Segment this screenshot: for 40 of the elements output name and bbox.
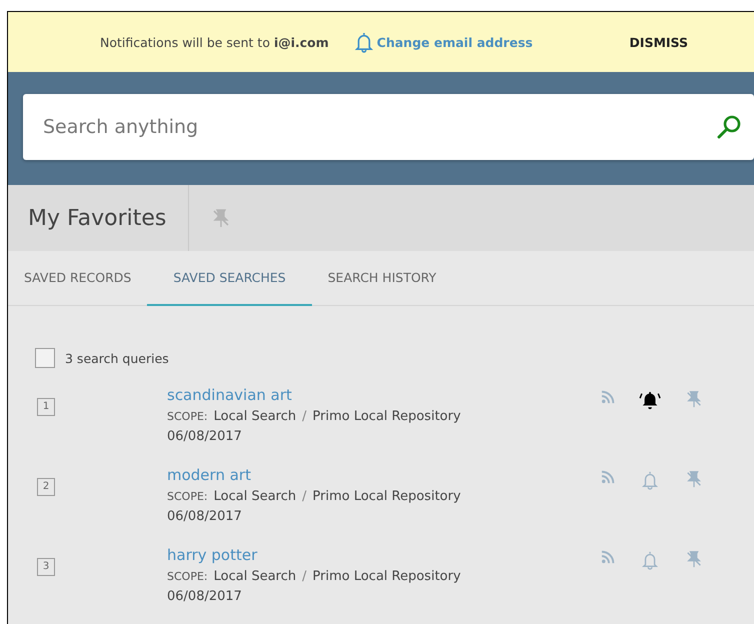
repository-name: Primo Local Repository: [312, 409, 461, 424]
change-email-link[interactable]: Change email address: [354, 31, 533, 53]
dismiss-button[interactable]: DISMISS: [625, 30, 692, 54]
search-icon[interactable]: [716, 114, 742, 140]
rss-icon[interactable]: [601, 470, 615, 484]
tab[interactable]: SEARCH HISTORY: [312, 251, 452, 306]
notification-message: Notifications will be sent to i@i.com: [100, 34, 329, 50]
unpin-icon[interactable]: [685, 390, 703, 408]
query-link[interactable]: modern art: [167, 466, 587, 484]
search-field[interactable]: Search anything: [23, 94, 754, 160]
row-number: 1: [37, 398, 55, 416]
row-number: 2: [37, 478, 55, 496]
unpin-icon[interactable]: [685, 470, 703, 488]
repository-name: Primo Local Repository: [312, 569, 461, 584]
row-number: 3: [37, 558, 55, 576]
scope-value: Local Search: [214, 569, 296, 584]
scope-value: Local Search: [214, 489, 296, 504]
repository-name: Primo Local Repository: [312, 489, 461, 504]
separator: /: [302, 569, 307, 584]
select-all-checkbox[interactable]: [35, 348, 55, 368]
query-date: 06/08/2017: [167, 509, 243, 524]
separator: /: [302, 489, 307, 504]
query-link[interactable]: scandinavian art: [167, 386, 587, 404]
scope-value: Local Search: [214, 409, 296, 424]
scope-label: SCOPE:: [167, 490, 208, 503]
bell-icon[interactable]: [639, 390, 661, 410]
query-link[interactable]: harry potter: [167, 546, 587, 564]
tab[interactable]: SAVED RECORDS: [8, 251, 148, 306]
unpin-icon[interactable]: [211, 208, 232, 228]
select-all-label: 3 search queries: [65, 350, 169, 366]
rss-icon[interactable]: [601, 390, 615, 404]
scope-label: SCOPE:: [167, 570, 208, 583]
unpin-icon[interactable]: [685, 550, 703, 568]
separator: /: [302, 409, 307, 424]
query-date: 06/08/2017: [167, 589, 243, 604]
bell-icon: [354, 31, 373, 53]
rss-icon[interactable]: [601, 550, 615, 564]
query-date: 06/08/2017: [167, 429, 243, 444]
scope-label: SCOPE:: [167, 410, 208, 423]
tab[interactable]: SAVED SEARCHES: [147, 251, 312, 306]
